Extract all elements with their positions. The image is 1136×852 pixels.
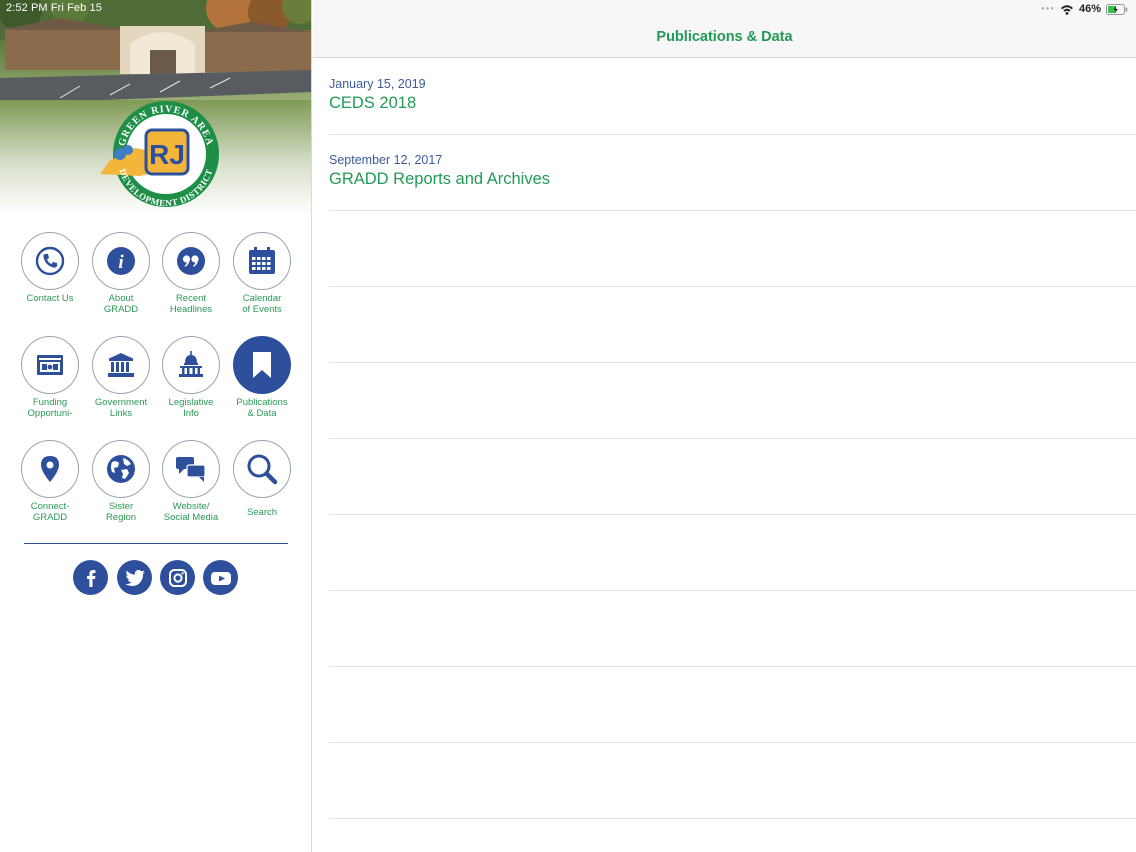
capitol-icon [179,351,203,377]
item-date: September 12, 2017 [329,153,443,167]
menu-circle [162,232,220,290]
menu-label: Connect- GRADD [30,501,70,523]
menu-circle [21,440,79,498]
menu-calendar-of-events[interactable]: Calendar of Events [226,230,298,330]
gradd-logo: RJ GREEN RIVER AREA DEVELOPMENT DISTRICT [100,101,219,208]
youtube-button[interactable] [203,560,238,595]
menu-about-gradd[interactable]: i About GRADD [85,230,157,330]
status-indicators: ●●● 46% [1041,2,1128,16]
search-icon [247,454,278,485]
menu-circle: i [92,232,150,290]
menu-circle [21,336,79,394]
phone-icon [35,246,65,276]
empty-row [329,515,1136,591]
main-panel: ●●● 46% Publications & Data January 15, [313,0,1136,852]
empty-row [329,363,1136,439]
menu-sister-region[interactable]: Sister Region [85,438,157,538]
menu-circle [92,336,150,394]
bank-icon [108,353,134,377]
menu-label: Website/Social Media [163,501,219,523]
map-pin-icon [41,456,59,482]
wifi-icon [1060,4,1073,15]
money-icon [37,355,63,375]
menu-circle [233,336,291,394]
list-item[interactable]: January 15, 2019 CEDS 2018 [329,59,1136,135]
instagram-button[interactable] [160,560,195,595]
globe-icon [107,455,135,483]
menu-label: Search [246,507,278,518]
signal-dots-icon: ●●● [1041,6,1055,12]
facebook-button[interactable] [73,560,108,595]
menu-circle [162,336,220,394]
menu-label: Contact Us [26,293,74,304]
menu-label: About GRADD [103,293,139,315]
facebook-icon [86,569,95,587]
twitter-icon [125,569,145,586]
menu-label: Sister Region [105,501,137,523]
menu-contact-us[interactable]: Contact Us [14,230,86,330]
menu-publications-data[interactable]: Publications & Data [226,334,298,434]
status-time: 2:52 PM Fri Feb 15 [6,2,102,14]
svg-text:i: i [118,252,124,273]
publications-list: January 15, 2019 CEDS 2018 September 12,… [329,59,1136,819]
menu-circle [162,440,220,498]
menu-government-links[interactable]: Government Links [85,334,157,434]
menu-circle [233,440,291,498]
info-icon: i [107,247,135,275]
empty-row [329,743,1136,819]
quote-icon [177,247,205,275]
svg-text:RJ: RJ [149,139,185,170]
list-item[interactable]: September 12, 2017 GRADD Reports and Arc… [329,135,1136,211]
empty-row [329,591,1136,667]
page-title: Publications & Data [656,29,793,45]
instagram-icon [168,568,187,587]
empty-row [329,287,1136,363]
twitter-button[interactable] [117,560,152,595]
header-banner: 2:52 PM Fri Feb 15 RJ GREEN RIVER AREA D… [0,0,311,215]
chat-bubbles-icon [176,457,206,482]
menu-circle [21,232,79,290]
empty-row [329,667,1136,743]
menu-circle [233,232,291,290]
menu-connect-gradd[interactable]: Connect- GRADD [14,438,86,538]
empty-row [329,439,1136,515]
item-title: GRADD Reports and Archives [329,170,551,188]
menu-label: Funding Opportuni- [27,397,73,419]
menu-legislative-info[interactable]: Legislative Info [155,334,227,434]
youtube-icon [210,571,231,585]
menu-label: Recent Headlines [169,293,213,315]
item-title: CEDS 2018 [329,94,417,112]
item-date: January 15, 2019 [329,77,426,91]
sidebar: 2:52 PM Fri Feb 15 RJ GREEN RIVER AREA D… [0,0,312,852]
bookmark-icon [253,352,271,378]
menu-label: Legislative Info [168,397,214,419]
app: 2:52 PM Fri Feb 15 RJ GREEN RIVER AREA D… [0,0,1136,852]
menu-recent-headlines[interactable]: Recent Headlines [155,230,227,330]
menu-label: Calendar of Events [242,293,282,315]
menu-website-social-media[interactable]: Website/Social Media [155,438,227,538]
empty-row [329,211,1136,287]
menu-search[interactable]: Search [226,438,298,538]
menu-label: Publications & Data [236,397,288,419]
battery-percent: 46% [1078,3,1101,15]
menu-label: Government Links [94,397,148,419]
battery-icon [1106,3,1128,15]
menu-circle [92,440,150,498]
sidebar-divider [24,543,288,544]
nav-bar: ●●● 46% Publications & Data [313,0,1136,58]
menu-funding-opportunities[interactable]: Funding Opportuni- [14,334,86,434]
calendar-icon [249,247,275,274]
